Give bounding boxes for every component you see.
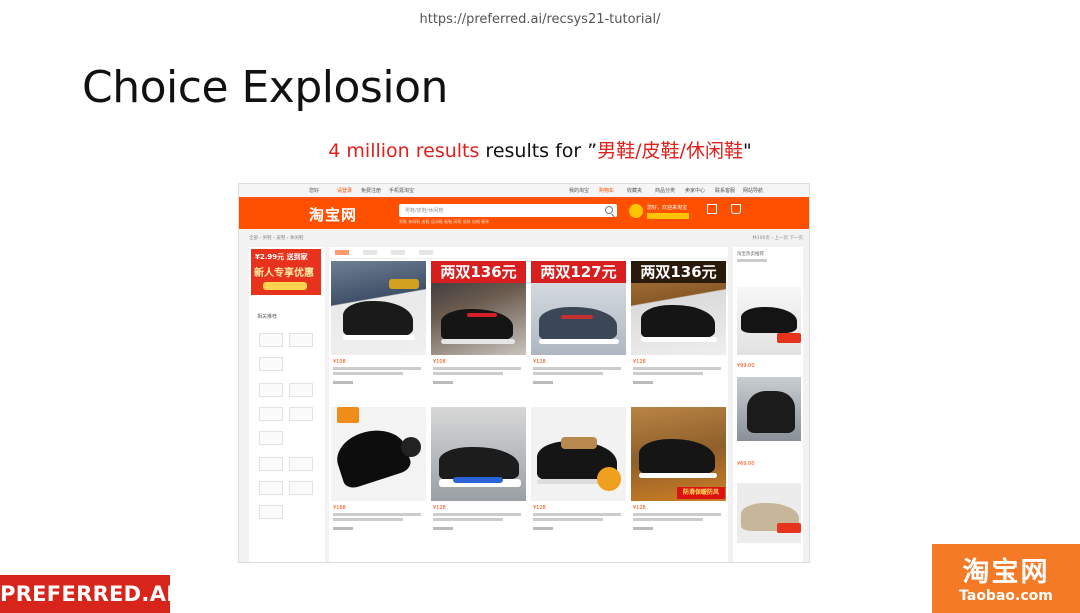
product-card[interactable]: 防滑保暖防风 ¥128 bbox=[631, 407, 726, 531]
product-card[interactable]: 两双136元 ¥128 bbox=[631, 261, 726, 385]
product-card[interactable]: ¥168 bbox=[331, 407, 426, 531]
login-button[interactable] bbox=[647, 213, 689, 219]
topbar-sitemap[interactable]: 网站导航 bbox=[743, 187, 763, 194]
product-price: ¥108 bbox=[333, 359, 346, 365]
filter-chip[interactable] bbox=[289, 333, 313, 347]
promo-banner[interactable]: ¥2.99元 送到家 新人专享优惠 bbox=[251, 249, 321, 295]
product-card[interactable]: 两双136元 ¥108 bbox=[431, 261, 526, 385]
taobao-badge-domain: Taobao.com bbox=[959, 588, 1053, 604]
topbar-favorites[interactable]: 收藏夹 bbox=[627, 187, 642, 194]
taobao-badge-cn: 淘宝网 bbox=[962, 557, 1050, 588]
product-grid: ¥108 两双136元 ¥108 两双127元 ¥128 两双136元 ¥128… bbox=[329, 247, 728, 562]
promo-banner-text: 两双136元 bbox=[631, 261, 726, 283]
product-price: ¥128 bbox=[633, 505, 646, 511]
preferred-ai-logo: PREFERRED.AI bbox=[0, 575, 174, 613]
promo-banner-text: 两双136元 bbox=[431, 261, 526, 283]
product-image[interactable]: 两双127元 bbox=[531, 261, 626, 355]
search-icon[interactable] bbox=[605, 206, 613, 214]
recommendation-title: 淘宝热卖推荐 bbox=[737, 252, 764, 257]
cart-icon[interactable] bbox=[731, 204, 741, 214]
search-placeholder: 男鞋/皮鞋/休闲鞋 bbox=[405, 208, 444, 214]
recommended-price: ¥69.00 bbox=[737, 461, 755, 467]
filter-chip[interactable] bbox=[289, 407, 313, 421]
topbar-greeting: 您好 bbox=[309, 188, 320, 194]
subtitle-end: " bbox=[742, 140, 752, 162]
filter-chip[interactable] bbox=[259, 431, 283, 445]
filter-chip[interactable] bbox=[289, 457, 313, 471]
avatar[interactable] bbox=[629, 204, 643, 218]
search-input[interactable]: 男鞋/皮鞋/休闲鞋 bbox=[399, 204, 617, 217]
product-card[interactable]: 两双127元 ¥128 bbox=[531, 261, 626, 385]
page-indicator: 共100页 › 上一页 下一页 bbox=[752, 236, 803, 241]
filter-chip[interactable] bbox=[259, 457, 283, 471]
topbar-contact[interactable]: 联系客服 bbox=[715, 187, 735, 194]
taobao-logo[interactable]: 淘宝网 bbox=[309, 204, 357, 225]
product-price: ¥128 bbox=[533, 505, 546, 511]
product-image[interactable]: 防滑保暖防风 bbox=[631, 407, 726, 501]
subtitle-text: results for ” bbox=[479, 140, 598, 162]
recommended-item[interactable] bbox=[737, 483, 801, 543]
product-price: ¥128 bbox=[633, 359, 646, 365]
filter-chip[interactable] bbox=[259, 357, 283, 371]
result-count: 4 million results bbox=[328, 140, 480, 162]
filter-chip[interactable] bbox=[259, 407, 283, 421]
filter-chip[interactable] bbox=[259, 481, 283, 495]
topbar-category[interactable]: 商品分类 bbox=[655, 187, 675, 194]
taobao-screenshot: 您好 请登录 免费注册 手机逛淘宝 我的淘宝 购物车 收藏夹 商品分类 卖家中心… bbox=[238, 183, 810, 563]
slide-subtitle: 4 million results results for ”男鞋/皮鞋/休闲鞋… bbox=[0, 136, 1080, 163]
product-image[interactable] bbox=[331, 261, 426, 355]
product-price: ¥128 bbox=[533, 359, 546, 365]
topbar-cart[interactable]: 购物车 bbox=[599, 187, 614, 194]
recommended-item[interactable] bbox=[737, 287, 801, 355]
product-image[interactable] bbox=[431, 407, 526, 501]
topbar-mobile[interactable]: 手机逛淘宝 bbox=[389, 187, 414, 194]
topbar-my-taobao[interactable]: 我的淘宝 bbox=[569, 187, 589, 194]
slide-title: Choice Explosion bbox=[82, 62, 448, 113]
recommended-price: ¥99.00 bbox=[737, 363, 755, 369]
product-price: ¥168 bbox=[333, 505, 346, 511]
product-image[interactable]: 两双136元 bbox=[431, 261, 526, 355]
filter-chip[interactable] bbox=[259, 383, 283, 397]
product-card[interactable]: ¥128 bbox=[431, 407, 526, 531]
recommended-item[interactable] bbox=[737, 377, 801, 441]
promo-line2: 新人专享优惠 bbox=[254, 268, 314, 279]
product-image[interactable] bbox=[331, 407, 426, 501]
topbar-register[interactable]: 免费注册 bbox=[361, 187, 381, 194]
promo-banner-text: 两双127元 bbox=[531, 261, 626, 283]
promo-line1: ¥2.99元 送到家 bbox=[255, 253, 308, 261]
hot-search-links[interactable]: 男鞋 休闲鞋 皮鞋 运动鞋 板鞋 高帮 低帮 加绒 春季 bbox=[399, 219, 489, 225]
product-price: ¥128 bbox=[433, 505, 446, 511]
topbar-login[interactable]: 请登录 bbox=[337, 187, 352, 194]
promo-banner-text: 防滑保暖防风 bbox=[677, 487, 725, 499]
filter-chip[interactable] bbox=[289, 383, 313, 397]
left-panel: ¥2.99元 送到家 新人专享优惠 相关推荐 bbox=[249, 247, 325, 562]
breadcrumb: 全部 › 男鞋 › 皮鞋 › 休闲鞋 bbox=[249, 236, 304, 241]
product-card[interactable]: ¥128 bbox=[531, 407, 626, 531]
product-card[interactable]: ¥108 bbox=[331, 261, 426, 385]
promo-button[interactable] bbox=[263, 282, 307, 290]
filter-chip[interactable] bbox=[289, 481, 313, 495]
sort-tabs bbox=[329, 247, 728, 259]
product-image[interactable] bbox=[531, 407, 626, 501]
product-image[interactable]: 两双136元 bbox=[631, 261, 726, 355]
left-panel-label: 相关推荐 bbox=[257, 314, 278, 320]
recommendation-panel: 淘宝热卖推荐 ¥99.00 ¥69.00 bbox=[733, 247, 803, 562]
search-query: 男鞋/皮鞋/休闲鞋 bbox=[597, 140, 743, 162]
tab-credit[interactable] bbox=[391, 250, 405, 255]
tab-price[interactable] bbox=[419, 250, 433, 255]
filter-chip[interactable] bbox=[259, 333, 283, 347]
taobao-topbar: 您好 请登录 免费注册 手机逛淘宝 我的淘宝 购物车 收藏夹 商品分类 卖家中心… bbox=[239, 184, 809, 197]
tab-default[interactable] bbox=[335, 250, 349, 255]
taobao-header: 淘宝网 男鞋/皮鞋/休闲鞋 男鞋 休闲鞋 皮鞋 运动鞋 板鞋 高帮 低帮 加绒 … bbox=[239, 197, 809, 229]
taobao-badge-logo: 淘宝网 Taobao.com bbox=[932, 544, 1080, 613]
topbar-seller[interactable]: 卖家中心 bbox=[685, 187, 705, 194]
user-hint: 您好，欢迎来淘宝 bbox=[647, 205, 688, 211]
tab-sales[interactable] bbox=[363, 250, 377, 255]
qr-code-icon[interactable] bbox=[707, 204, 717, 214]
product-price: ¥108 bbox=[433, 359, 446, 365]
filter-chip[interactable] bbox=[259, 505, 283, 519]
source-url: https://preferred.ai/recsys21-tutorial/ bbox=[419, 12, 661, 27]
